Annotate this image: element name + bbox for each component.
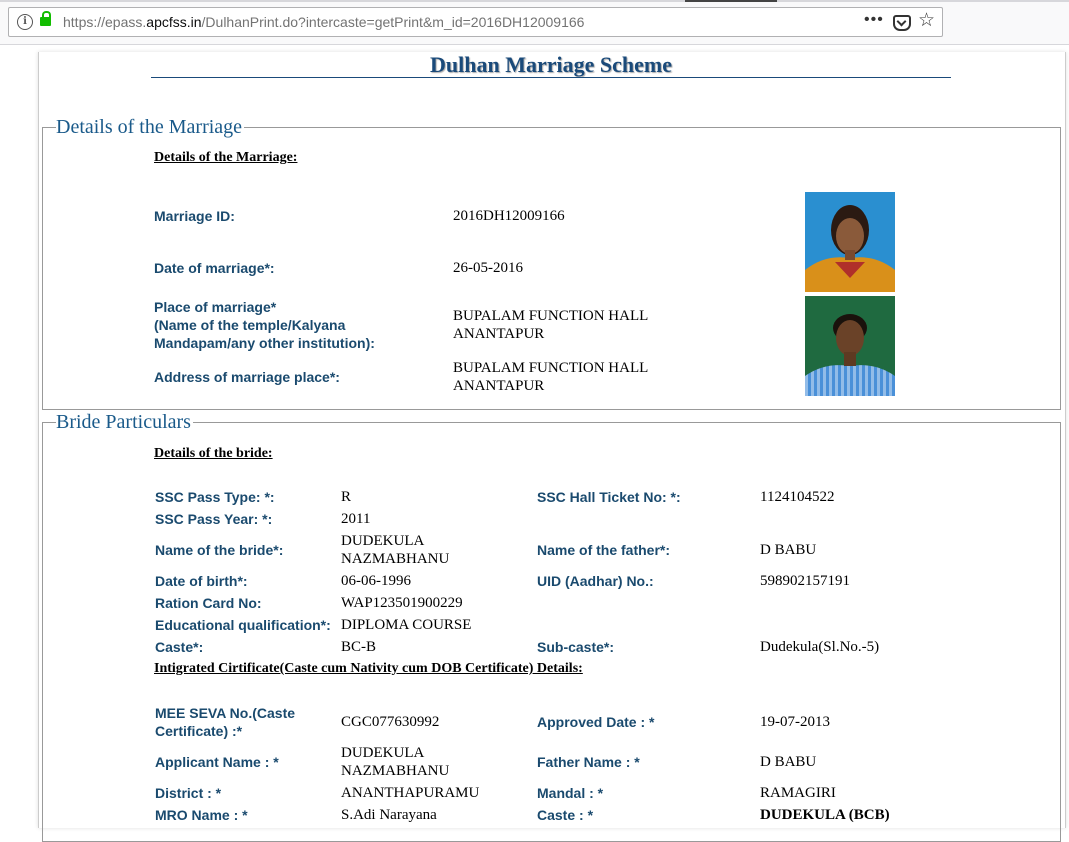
applicant-name-line-2: NAZMABHANU bbox=[341, 763, 450, 779]
marriage-place-value: BUPALAM FUNCTION HALL ANANTAPUR bbox=[453, 307, 648, 343]
marriage-id-label: Marriage ID: bbox=[154, 208, 235, 224]
bride-photo bbox=[805, 192, 895, 292]
mro-value: S.Adi Narayana bbox=[341, 807, 437, 823]
bookmark-star-icon[interactable]: ☆ bbox=[918, 9, 935, 32]
uid-label: UID (Aadhar) No.: bbox=[537, 573, 654, 589]
caste-value: BC-B bbox=[341, 639, 377, 655]
url-text[interactable]: https://epass.apcfss.in/DulhanPrint.do?i… bbox=[63, 14, 584, 30]
mandal-value: RAMAGIRI bbox=[760, 785, 836, 801]
cert-caste-value: DUDEKULA (BCB) bbox=[760, 807, 890, 823]
applicant-name-label: Applicant Name : * bbox=[155, 754, 279, 770]
pocket-icon[interactable] bbox=[893, 15, 911, 31]
bride-legend: Bride Particulars bbox=[56, 411, 193, 434]
groom-photo bbox=[805, 296, 895, 396]
subcaste-label: Sub-caste*: bbox=[537, 639, 615, 655]
url-prefix: https://epass. bbox=[63, 14, 147, 30]
address-value-line-1: BUPALAM FUNCTION HALL bbox=[453, 360, 649, 376]
marriage-id-value: 2016DH12009166 bbox=[453, 208, 565, 224]
url-suffix: /DulhanPrint.do?intercaste=getPrint&m_id… bbox=[201, 14, 585, 30]
ssc-hall-label: SSC Hall Ticket No: *: bbox=[537, 489, 681, 505]
marriage-address-value: BUPALAM FUNCTION HALL ANANTAPUR bbox=[453, 359, 648, 395]
marriage-heading: Details of the Marriage: bbox=[154, 150, 298, 165]
place-label-line-3: Mandapam/any other institution): bbox=[154, 335, 375, 351]
browser-toolbar: i https://epass.apcfss.in/DulhanPrint.do… bbox=[0, 0, 1069, 45]
meeseva-label-line-2: Certificate) :* bbox=[155, 723, 243, 739]
applicant-name-line-1: DUDEKULA bbox=[341, 745, 425, 761]
meeseva-label: MEE SEVA No.(Caste Certificate) :* bbox=[155, 704, 295, 740]
title-underline bbox=[151, 77, 951, 78]
caste-label: Caste*: bbox=[155, 639, 204, 655]
bride-name-label: Name of the bride*: bbox=[155, 542, 284, 558]
marriage-date-value: 26-05-2016 bbox=[453, 260, 523, 276]
cert-father-value: D BABU bbox=[760, 754, 817, 770]
dob-value: 06-06-1996 bbox=[341, 573, 411, 589]
cert-father-label: Father Name : * bbox=[537, 754, 640, 770]
dob-label: Date of birth*: bbox=[155, 573, 248, 589]
place-value-line-1: BUPALAM FUNCTION HALL bbox=[453, 308, 649, 324]
site-info-icon[interactable]: i bbox=[17, 14, 33, 30]
approved-date-label: Approved Date : * bbox=[537, 714, 655, 730]
father-label: Name of the father*: bbox=[537, 542, 671, 558]
page-actions-menu-icon[interactable]: ••• bbox=[864, 11, 884, 29]
bride-heading: Details of the bride: bbox=[154, 446, 273, 461]
subcaste-value: Dudekula(Sl.No.-5) bbox=[760, 639, 880, 655]
cert-caste-label: Caste : * bbox=[537, 807, 594, 823]
place-value-line-2: ANANTAPUR bbox=[453, 326, 545, 342]
ssc-year-label: SSC Pass Year: *: bbox=[155, 511, 273, 527]
address-bar[interactable]: i https://epass.apcfss.in/DulhanPrint.do… bbox=[8, 7, 943, 37]
certificate-heading: Intigrated Cirtificate(Caste cum Nativit… bbox=[154, 661, 583, 676]
page-content: Dulhan Marriage Scheme Details of the Ma… bbox=[38, 52, 1066, 842]
bride-name-value: DUDEKULA NAZMABHANU bbox=[341, 532, 449, 568]
ssc-type-value: R bbox=[341, 489, 352, 505]
district-value: ANANTHAPURAMU bbox=[341, 785, 480, 801]
bride-name-line-2: NAZMABHANU bbox=[341, 551, 450, 567]
ssc-type-label: SSC Pass Type: *: bbox=[155, 489, 275, 505]
marriage-date-label: Date of marriage*: bbox=[154, 260, 275, 276]
bride-name-line-1: DUDEKULA bbox=[341, 533, 425, 549]
education-label: Educational qualification*: bbox=[155, 617, 331, 633]
marriage-place-label: Place of marriage* (Name of the temple/K… bbox=[154, 298, 375, 352]
meeseva-label-line-1: MEE SEVA No.(Caste bbox=[155, 705, 296, 721]
marriage-legend: Details of the Marriage bbox=[56, 116, 245, 139]
district-label: District : * bbox=[155, 785, 222, 801]
address-value-line-2: ANANTAPUR bbox=[453, 378, 545, 394]
secure-lock-icon[interactable] bbox=[40, 11, 51, 26]
page-title: Dulhan Marriage Scheme bbox=[430, 52, 672, 77]
uid-value: 598902157191 bbox=[760, 573, 850, 589]
meeseva-value: CGC077630992 bbox=[341, 714, 440, 730]
approved-date-value: 19-07-2013 bbox=[760, 714, 830, 730]
ssc-hall-value: 1124104522 bbox=[760, 489, 835, 505]
tab-strip-line bbox=[0, 0, 1069, 2]
education-value: DIPLOMA COURSE bbox=[341, 617, 472, 633]
ration-label: Ration Card No: bbox=[155, 595, 262, 611]
father-value: D BABU bbox=[760, 542, 817, 558]
ssc-year-value: 2011 bbox=[341, 511, 371, 527]
url-domain: apcfss.in bbox=[146, 14, 202, 30]
place-label-line-2: (Name of the temple/Kalyana bbox=[154, 317, 346, 333]
place-label-line-1: Place of marriage* bbox=[154, 299, 277, 315]
applicant-name-value: DUDEKULA NAZMABHANU bbox=[341, 744, 449, 780]
mro-label: MRO Name : * bbox=[155, 807, 248, 823]
marriage-address-label: Address of marriage place*: bbox=[154, 369, 340, 385]
mandal-label: Mandal : * bbox=[537, 785, 604, 801]
ration-value: WAP123501900229 bbox=[341, 595, 463, 611]
active-tab-indicator[interactable] bbox=[685, 0, 777, 2]
